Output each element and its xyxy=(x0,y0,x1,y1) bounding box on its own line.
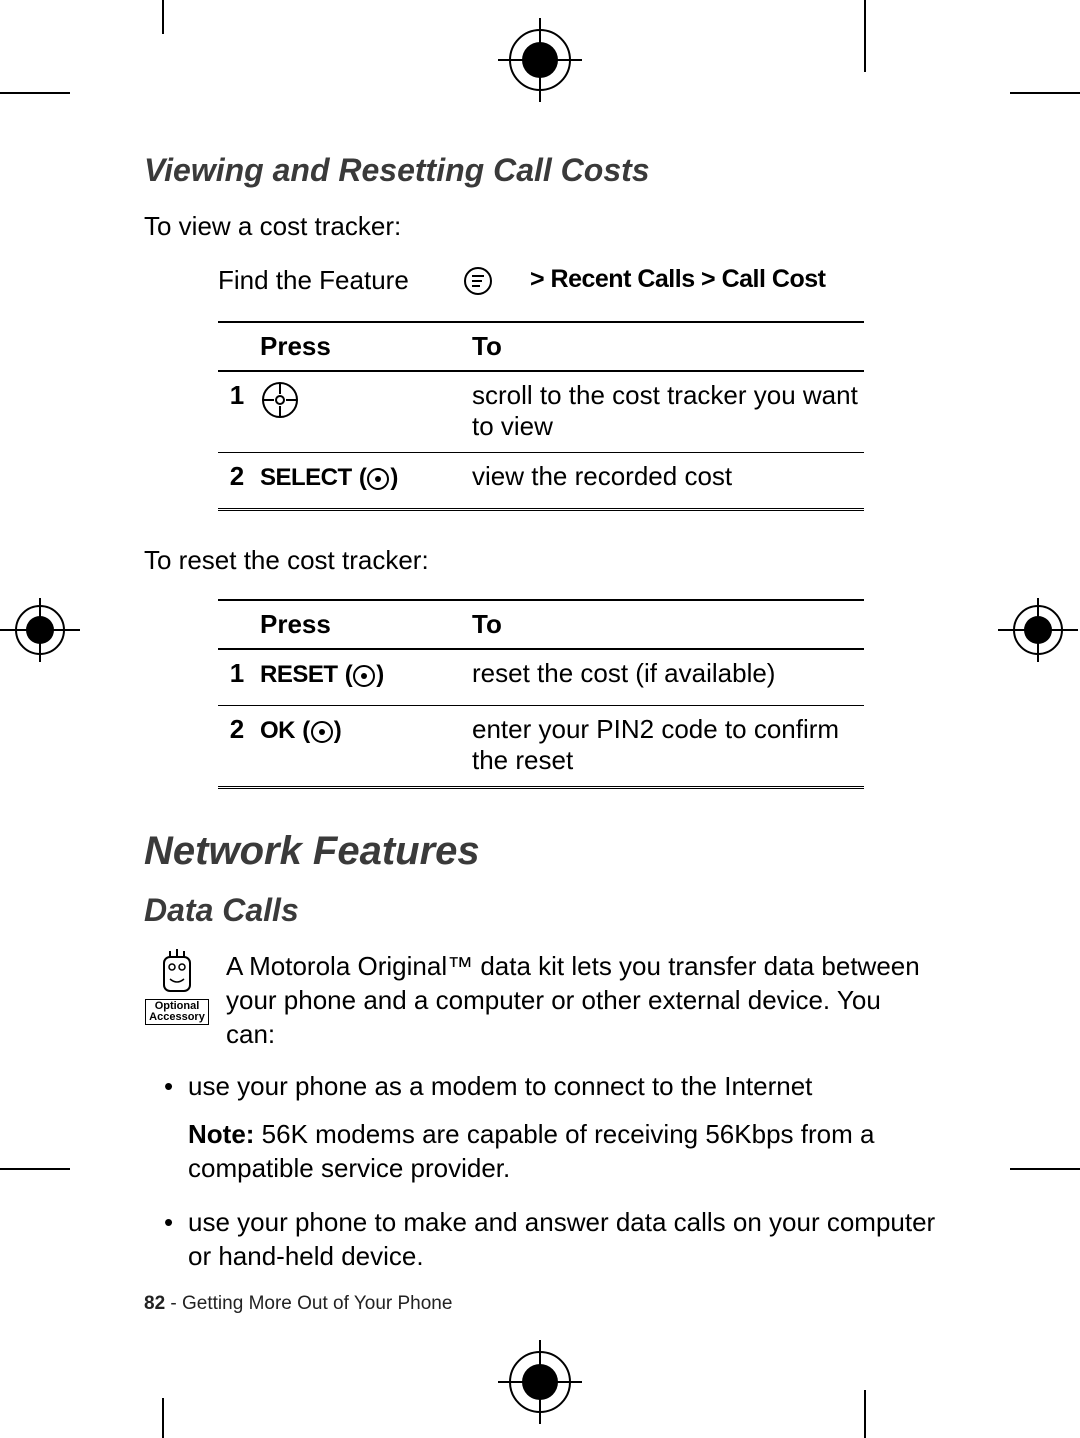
section-heading: Network Features xyxy=(144,829,936,874)
find-feature-label: Find the Feature xyxy=(218,265,450,297)
bullet-text: use your phone as a modem to connect to … xyxy=(188,1069,936,1103)
to-cell: view the recorded cost xyxy=(468,453,864,510)
key-paren: ) xyxy=(376,661,384,688)
crop-line xyxy=(1010,1168,1080,1170)
registration-target-icon xyxy=(998,598,1078,667)
press-cell xyxy=(256,371,468,453)
optional-accessory-badge: Optional Accessory xyxy=(144,949,210,1051)
menu-icon xyxy=(450,265,506,297)
col-to: To xyxy=(468,600,864,649)
body-text: To view a cost tracker: xyxy=(144,209,936,243)
registration-target-icon xyxy=(0,598,80,667)
find-feature-row: Find the Feature > Recent Calls > Call C… xyxy=(218,265,936,297)
body-text: A Motorola Original™ data kit lets you t… xyxy=(226,949,936,1051)
badge-text: Optional Accessory xyxy=(145,999,209,1025)
press-cell: OK ( ) xyxy=(256,706,468,788)
press-to-table-reset: Press To 1 RESET ( ) reset the cost (if … xyxy=(218,599,864,789)
page-footer: 82 - Getting More Out of Your Phone xyxy=(144,1293,936,1315)
to-cell: scroll to the cost tracker you want to v… xyxy=(468,371,864,453)
page-number: 82 xyxy=(144,1293,165,1314)
key-paren: ( xyxy=(345,661,353,688)
to-cell: reset the cost (if available) xyxy=(468,649,864,706)
col-blank xyxy=(218,600,256,649)
nav-key-icon xyxy=(260,380,300,427)
table-row: 1 scroll to the cost tracker you want to… xyxy=(218,371,864,453)
table-row: 1 RESET ( ) reset the cost (if available… xyxy=(218,649,864,706)
col-blank xyxy=(218,322,256,371)
accessory-icon xyxy=(150,949,204,999)
footer-sep: - xyxy=(165,1293,182,1314)
center-key-icon xyxy=(366,467,390,498)
subsection-heading: Data Calls xyxy=(144,892,936,929)
step-number: 1 xyxy=(218,649,256,706)
to-cell: enter your PIN2 code to confirm the rese… xyxy=(468,706,864,788)
step-number: 1 xyxy=(218,371,256,453)
data-calls-intro: Optional Accessory A Motorola Original™ … xyxy=(144,949,936,1051)
key-label: SELECT xyxy=(260,464,352,491)
crop-line xyxy=(864,1390,866,1438)
crop-line xyxy=(0,1168,70,1170)
key-paren: ( xyxy=(302,717,310,744)
press-to-table-view: Press To 1 scroll to the cost tracker yo xyxy=(218,321,864,511)
table-row: 2 OK ( ) enter your PIN2 code to confirm… xyxy=(218,706,864,788)
crop-line xyxy=(864,0,866,72)
step-number: 2 xyxy=(218,706,256,788)
note-text: 56K modems are capable of receiving 56Kb… xyxy=(188,1119,874,1183)
bullet-list: use your phone as a modem to connect to … xyxy=(144,1069,936,1273)
step-number: 2 xyxy=(218,453,256,510)
note-label: Note: xyxy=(188,1119,254,1149)
press-cell: RESET ( ) xyxy=(256,649,468,706)
crop-line xyxy=(1010,92,1080,94)
nav-path: > Recent Calls > Call Cost xyxy=(506,265,825,297)
key-paren: ) xyxy=(390,464,398,491)
key-label: RESET xyxy=(260,661,338,688)
bullet-text: use your phone to make and answer data c… xyxy=(188,1205,936,1273)
chapter-name: Getting More Out of Your Phone xyxy=(182,1293,452,1314)
page-content: Viewing and Resetting Call Costs To view… xyxy=(144,152,936,1315)
center-key-icon xyxy=(352,664,376,695)
table-row: 2 SELECT ( ) view the recorded cost xyxy=(218,453,864,510)
key-paren: ) xyxy=(334,717,342,744)
crop-line xyxy=(162,1398,164,1438)
crop-line xyxy=(162,0,164,34)
registration-target-icon xyxy=(498,18,582,107)
key-paren: ( xyxy=(359,464,367,491)
note: Note: 56K modems are capable of receivin… xyxy=(188,1117,936,1185)
subsection-heading: Viewing and Resetting Call Costs xyxy=(144,152,936,189)
key-label: OK xyxy=(260,717,295,744)
list-item: use your phone as a modem to connect to … xyxy=(188,1069,936,1185)
col-press: Press xyxy=(256,600,468,649)
registration-target-icon xyxy=(498,1340,582,1429)
center-key-icon xyxy=(310,720,334,751)
press-cell: SELECT ( ) xyxy=(256,453,468,510)
col-press: Press xyxy=(256,322,468,371)
col-to: To xyxy=(468,322,864,371)
list-item: use your phone to make and answer data c… xyxy=(188,1205,936,1273)
crop-line xyxy=(0,92,70,94)
body-text: To reset the cost tracker: xyxy=(144,543,936,577)
